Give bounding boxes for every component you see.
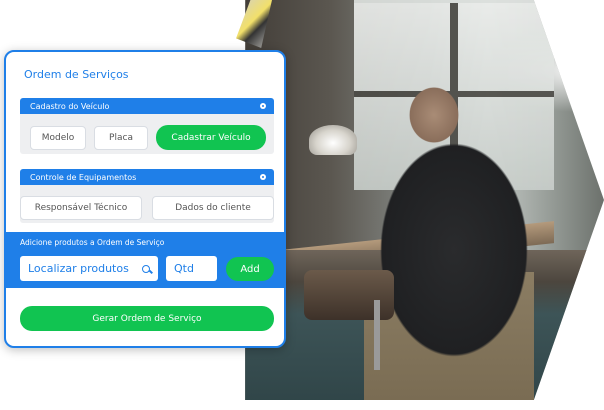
product-search-input[interactable]: Localizar produtos [20,256,158,281]
add-product-button[interactable]: Add [226,257,274,281]
products-band-title: Adicione produtos a Ordem de Serviço [20,238,165,247]
vehicle-section-title: Cadastro do Veículo [30,101,110,111]
plate-field[interactable]: Placa [94,126,148,150]
equipment-section-header[interactable]: Controle de Equipamentos [20,169,274,185]
collapse-icon[interactable] [260,174,266,180]
photo-lamp [309,125,357,155]
model-field[interactable]: Modelo [30,126,86,150]
photo-vise [304,270,394,320]
collapse-icon[interactable] [260,103,266,109]
product-search-label: Localizar produtos [28,262,129,275]
register-vehicle-button[interactable]: Cadastrar Veículo [156,125,266,150]
products-band: Adicione produtos a Ordem de Serviço Loc… [6,232,284,288]
vehicle-section-header[interactable]: Cadastro do Veículo [20,98,274,114]
photo-vise-handle [374,300,380,370]
photo-mechanic [364,80,534,400]
equipment-section-title: Controle de Equipamentos [30,172,137,182]
quantity-input[interactable]: Qtd [166,256,217,281]
client-data-field[interactable]: Dados do cliente [152,196,274,220]
generate-order-button[interactable]: Gerar Ordem de Serviço [20,306,274,331]
search-icon[interactable] [142,264,150,273]
card-title: Ordem de Serviços [24,68,129,81]
service-order-card: Ordem de Serviços Cadastro do Veículo Mo… [4,50,286,348]
technician-field[interactable]: Responsável Técnico [20,196,142,220]
